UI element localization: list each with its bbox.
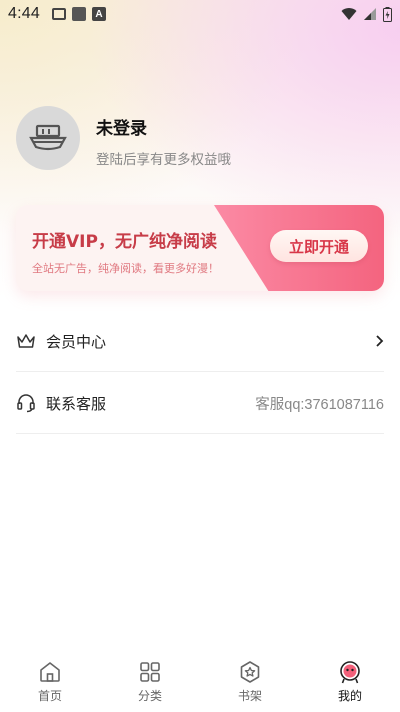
vip-banner[interactable]: 开通VIP，无广纯净阅读 全站无广告，纯净阅读，看更多好漫！ 立即开通 (16, 205, 384, 291)
tab-home[interactable]: 首页 (0, 650, 100, 712)
bookshelf-icon (238, 660, 262, 684)
bottom-tab-bar: 首页 分类 书架 我的 (0, 650, 400, 712)
menu-item-member-center[interactable]: 会员中心 (16, 311, 384, 372)
chevron-right-icon (374, 334, 384, 348)
login-title[interactable]: 未登录 (96, 114, 147, 139)
menu-item-label: 联系客服 (46, 394, 107, 413)
crown-icon (16, 331, 36, 351)
status-bar: 4:44 A (0, 0, 400, 28)
customer-service-qq: 客服qq:3761087116 (255, 396, 384, 413)
vip-open-button[interactable]: 立即开通 (270, 230, 368, 262)
boat-placeholder-icon (29, 124, 67, 151)
signal-icon (364, 8, 376, 20)
tab-bookshelf[interactable]: 书架 (200, 650, 300, 712)
vip-title: 开通VIP，无广纯净阅读 (32, 232, 217, 252)
tab-label: 书架 (237, 689, 262, 703)
login-subtitle: 登陆后享有更多权益哦 (96, 152, 231, 168)
menu-item-customer-service[interactable]: 联系客服 客服qq:3761087116 (16, 373, 384, 434)
tab-label: 我的 (337, 689, 362, 703)
menu-item-label: 会员中心 (46, 332, 107, 351)
image-icon (51, 8, 66, 20)
home-icon (38, 660, 62, 684)
battery-icon (383, 6, 392, 22)
vip-subtitle: 全站无广告，纯净阅读，看更多好漫！ (32, 262, 219, 275)
a-letter-icon: A (91, 7, 106, 21)
grid-icon (138, 660, 162, 684)
profile-icon (338, 660, 362, 684)
status-time: 4:44 (8, 5, 40, 22)
tab-profile[interactable]: 我的 (300, 650, 400, 712)
tab-label: 分类 (137, 689, 162, 703)
tab-label: 首页 (37, 689, 62, 703)
app-square-icon (71, 7, 86, 21)
avatar[interactable] (16, 106, 80, 170)
wifi-icon (341, 8, 357, 20)
headset-icon (16, 393, 36, 413)
tab-category[interactable]: 分类 (100, 650, 200, 712)
